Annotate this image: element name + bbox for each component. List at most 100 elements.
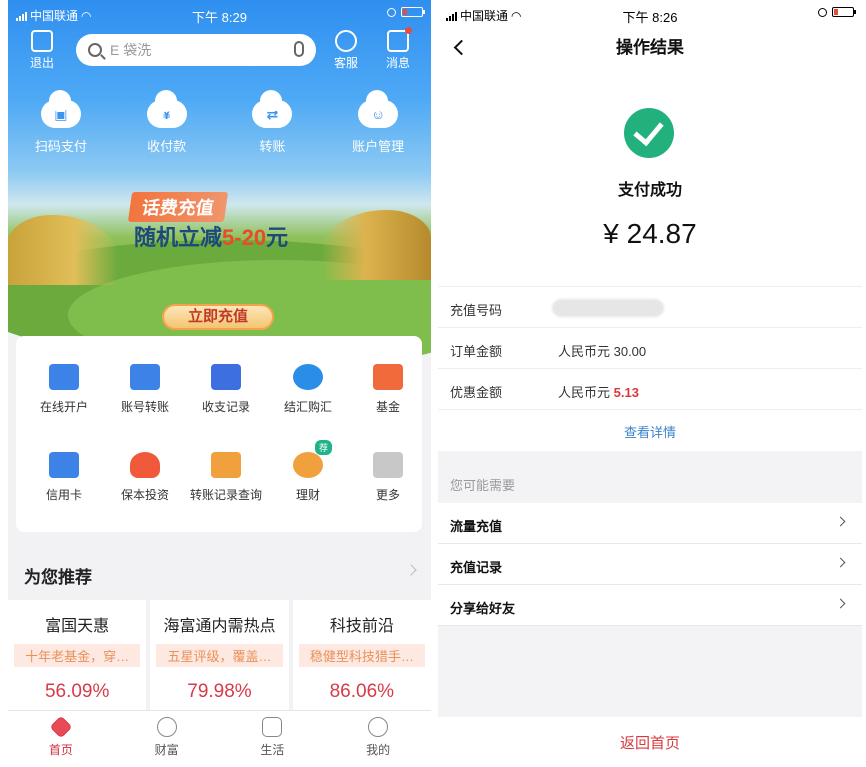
chevron-right-icon[interactable] [405, 564, 417, 576]
headset-icon [335, 30, 357, 52]
tab-bar: 首页 财富 生活 我的 [8, 710, 431, 767]
more-grid-icon [373, 452, 403, 478]
grid-item-transfer-query[interactable]: 转账记录查询 [186, 452, 266, 503]
grid-item-wealth[interactable]: 荐理财 [268, 440, 348, 503]
wealth-icon [156, 717, 177, 737]
recharge-now-button[interactable]: 立即充值 [162, 304, 274, 330]
link-label: 充值记录 [450, 560, 503, 575]
fund-chart-icon [373, 364, 403, 390]
status-time: 下午 8:29 [192, 10, 247, 25]
ledger-icon [211, 364, 241, 390]
product-return: 56.09% [44, 681, 110, 702]
status-bar: 中国联通 ◠ 下午 8:29 [8, 0, 431, 26]
view-details-link[interactable]: 查看详情 [438, 422, 862, 441]
money-bag-icon [293, 452, 323, 478]
return-home-button[interactable]: 返回首页 [438, 732, 862, 753]
tab-life[interactable]: 生活 [220, 711, 326, 767]
tab-mine[interactable]: 我的 [325, 711, 431, 767]
grid-item-fx[interactable]: 结汇购汇 [268, 364, 348, 415]
suggestion-list: 流量充值 充值记录 分享给好友 [438, 503, 862, 626]
grid-item-open-account[interactable]: 在线开户 [24, 364, 104, 415]
link-label: 分享给好友 [450, 601, 516, 616]
tab-label: 财富 [154, 743, 179, 757]
grid-item-guaranteed-invest[interactable]: 保本投资 [105, 452, 185, 503]
row-value-prefix: 人民币元 [558, 385, 614, 400]
right-screen: 中国联通 ◠ 下午 8:26 操作结果 支付成功 ¥ 24.87 充值号码 订单金… [438, 0, 862, 767]
link-recharge-records[interactable]: 充值记录 [438, 544, 862, 585]
grid-label: 理财 [295, 488, 320, 502]
tab-label: 首页 [48, 743, 73, 757]
promo-prefix: 随机立减 [134, 225, 223, 250]
may-need-label: 您可能需要 [450, 478, 516, 493]
grid-label: 更多 [375, 488, 400, 502]
link-data-recharge[interactable]: 流量充值 [438, 503, 862, 544]
yen-icon: ¥ [146, 90, 187, 128]
quick-label: 转账 [259, 139, 286, 154]
suggestions-section: 您可能需要 流量充值 充值记录 分享给好友 [438, 451, 862, 717]
logout-icon [31, 30, 53, 52]
link-share-friends[interactable]: 分享给好友 [438, 585, 862, 626]
product-card[interactable]: 海富通内需热点 五星评级，覆盖… 79.98% [150, 600, 289, 710]
logout-button[interactable]: 退出 [22, 30, 62, 71]
transfer-icon: ⇄ [252, 90, 293, 128]
row-value: 人民币元 30.00 [558, 344, 647, 359]
success-check-icon [624, 108, 674, 158]
payment-amount: ¥ 24.87 [603, 218, 697, 249]
quick-actions: ▣ 扫码支付 ¥ 收付款 ⇄ 转账 ☺ 账户管理 [8, 90, 431, 155]
quick-scan-pay[interactable]: ▣ 扫码支付 [16, 90, 106, 155]
row-order-amount: 订单金额 人民币元 30.00 [438, 328, 862, 369]
messages-button[interactable]: 消息 [378, 27, 418, 71]
promo-tag: 话费充值 [127, 192, 229, 222]
product-card[interactable]: 富国天惠 十年老基金，穿… 56.09% [8, 600, 147, 710]
quick-account-manage[interactable]: ☺ 账户管理 [333, 90, 423, 155]
microphone-icon[interactable] [294, 41, 304, 57]
quick-label: 账户管理 [352, 139, 405, 154]
back-icon[interactable] [453, 39, 470, 56]
page-title: 操作结果 [616, 38, 684, 57]
grid-item-account-transfer[interactable]: 账号转账 [105, 364, 185, 415]
quick-label: 扫码支付 [34, 139, 87, 154]
search-placeholder: E 袋洗 [110, 42, 152, 58]
grid-label: 信用卡 [45, 488, 82, 502]
chevron-right-icon [835, 516, 846, 527]
qr-scan-icon: ▣ [40, 90, 81, 128]
row-discount: 优惠金额 人民币元 5.13 [438, 369, 862, 410]
recommend-title: 为您推荐 [24, 568, 92, 587]
quick-receive-pay[interactable]: ¥ 收付款 [122, 90, 212, 155]
chevron-right-icon [835, 557, 846, 568]
battery-icon [401, 7, 425, 17]
card-transfer-icon [130, 364, 160, 390]
tab-home[interactable]: 首页 [8, 711, 114, 767]
grid-item-fund[interactable]: 基金 [348, 364, 428, 415]
grid-label: 结汇购汇 [283, 400, 332, 414]
grid-item-credit-card[interactable]: 信用卡 [24, 452, 104, 503]
life-bag-icon [262, 717, 283, 737]
grid-label: 基金 [375, 400, 400, 414]
quick-transfer[interactable]: ⇄ 转账 [227, 90, 317, 155]
diamond-icon [49, 715, 73, 739]
grid-item-records[interactable]: 收支记录 [186, 364, 266, 415]
left-screen: 中国联通 ◠ 下午 8:29 退出 E 袋洗 客服 消息 ▣ 扫码支付 ¥ 收付… [8, 0, 431, 767]
status-bar: 中国联通 ◠ 下午 8:26 [438, 0, 862, 26]
row-phone: 充值号码 [438, 287, 862, 328]
product-card[interactable]: 科技前沿 稳健型科技猎手… 86.06% [292, 600, 431, 710]
product-cards: 富国天惠 十年老基金，穿… 56.09% 海富通内需热点 五星评级，覆盖… 79.98%… [8, 600, 431, 710]
messages-label: 消息 [385, 56, 410, 70]
grid-label: 转账记录查询 [189, 488, 262, 502]
discount-amount: 5.13 [613, 385, 639, 400]
logout-label: 退出 [29, 56, 54, 70]
tab-label: 生活 [260, 743, 285, 757]
detail-rows: 充值号码 订单金额 人民币元 30.00 优惠金额 人民币元 5.13 [438, 286, 862, 410]
search-input[interactable]: E 袋洗 [76, 34, 316, 66]
service-grid: 在线开户 账号转账 收支记录 结汇购汇 基金 信用卡 保本投资 转账记录查询 荐… [16, 336, 422, 532]
promo-suffix: 元 [266, 225, 289, 250]
status-time: 下午 8:26 [622, 10, 678, 25]
record-search-icon [211, 452, 241, 478]
product-sub: 十年老基金，穿… [14, 644, 141, 667]
card-e-icon [49, 364, 79, 390]
tab-wealth[interactable]: 财富 [114, 711, 220, 767]
service-button[interactable]: 客服 [326, 30, 366, 71]
grid-item-more[interactable]: 更多 [348, 452, 428, 503]
grid-label: 在线开户 [39, 400, 88, 414]
user-icon: ☺ [358, 90, 399, 128]
